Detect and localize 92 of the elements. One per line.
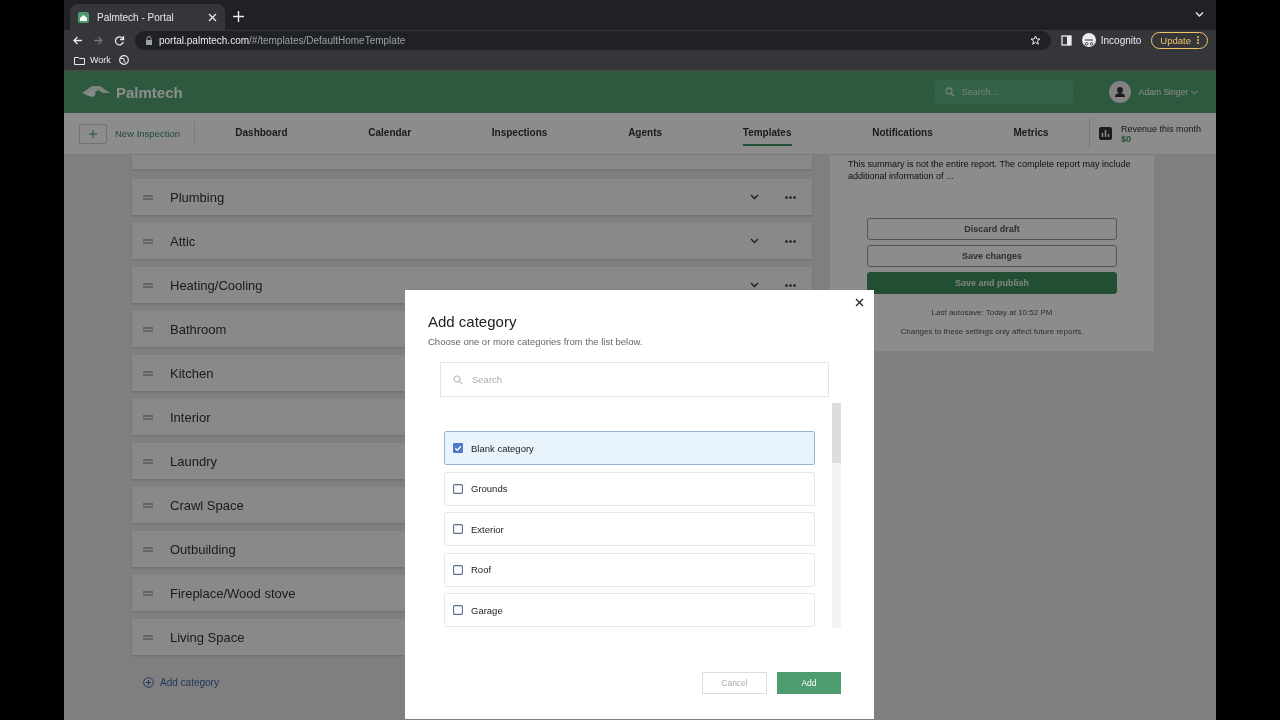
category-name: Outbuilding — [170, 541, 236, 557]
drag-handle-icon[interactable] — [143, 590, 153, 596]
category-option[interactable]: Exterior — [444, 512, 815, 546]
drag-handle-icon[interactable] — [143, 546, 153, 552]
add-button[interactable]: Add — [777, 672, 841, 694]
scrollbar[interactable] — [832, 403, 841, 628]
category-row[interactable]: Attic — [132, 223, 812, 259]
logo-text: Palmtech — [116, 83, 183, 101]
chevron-down-icon[interactable] — [750, 238, 759, 244]
checkbox[interactable] — [453, 605, 463, 615]
autosave-text: Last autosave: Today at 10:52 PM — [930, 308, 1054, 317]
summary-text: This summary is not the entire report. The complete report may include additional information of ... — [848, 158, 1132, 182]
bar-chart-icon — [1098, 127, 1112, 140]
browser-tab[interactable]: Palmtech - Portal — [70, 4, 225, 30]
nav-tab[interactable]: Agents — [628, 121, 663, 146]
category-name: Living Space — [170, 629, 245, 645]
drag-handle-icon[interactable] — [143, 370, 153, 376]
sidebar-icon[interactable] — [1060, 34, 1072, 46]
profile-label: Incognito — [1100, 34, 1142, 46]
more-icon[interactable] — [785, 239, 796, 243]
back-icon[interactable] — [72, 34, 83, 46]
chevron-down-icon[interactable] — [750, 194, 759, 200]
search-icon — [453, 374, 463, 385]
drag-handle-icon[interactable] — [143, 502, 153, 508]
incognito-icon[interactable] — [1081, 33, 1096, 47]
option-label: Garage — [471, 604, 503, 616]
revenue-value: $0 — [1120, 133, 1132, 144]
category-name: Heating/Cooling — [170, 277, 263, 293]
nav-tab[interactable]: Templates — [742, 121, 792, 146]
modal-subtitle: Choose one or more categories from the list below. — [428, 336, 644, 347]
option-label: Grounds — [471, 483, 508, 494]
address-bar[interactable]: portal.palmtech.com/#/templates/DefaultHomeTemplate — [135, 30, 1051, 50]
bookmark[interactable]: Work — [74, 55, 111, 65]
settings-note: Changes to these settings only affect future reports. — [899, 327, 1085, 336]
drag-handle-icon[interactable] — [143, 634, 153, 640]
globe-icon[interactable] — [118, 55, 129, 65]
logo-icon — [82, 85, 110, 99]
outline-button[interactable]: Save changes — [867, 245, 1117, 267]
publish-button[interactable]: Save and publish — [867, 272, 1117, 294]
option-label: Blank category — [471, 442, 534, 454]
category-name: Attic — [170, 233, 196, 249]
category-option[interactable]: Blank category — [444, 431, 815, 465]
new-inspection-button[interactable]: New Inspection — [79, 121, 195, 146]
reload-icon[interactable] — [114, 34, 125, 46]
drag-handle-icon[interactable] — [143, 194, 153, 200]
category-name: Kitchen — [170, 365, 214, 381]
avatar-icon[interactable] — [1108, 81, 1131, 103]
nav-tab[interactable]: Metrics — [1013, 121, 1049, 146]
more-icon[interactable] — [785, 283, 796, 287]
category-option[interactable]: Grounds — [444, 471, 815, 506]
option-label: Exterior — [471, 523, 504, 535]
category-name: Crawl Space — [170, 497, 244, 513]
chevron-down-icon[interactable] — [750, 282, 759, 288]
category-option[interactable]: Roof — [444, 552, 815, 587]
checkbox[interactable] — [453, 443, 463, 453]
add-category-link[interactable]: Add category — [143, 677, 219, 688]
category-name: Laundry — [170, 453, 217, 469]
house-icon — [78, 11, 89, 23]
more-icon[interactable] — [785, 195, 796, 199]
drag-handle-icon[interactable] — [143, 458, 153, 464]
modal-title: Add category — [428, 313, 518, 330]
category-name: Interior — [170, 409, 211, 425]
revenue-label: Revenue this month — [1120, 123, 1201, 134]
close-icon[interactable] — [855, 298, 864, 307]
checkbox[interactable] — [453, 524, 463, 534]
category-name: Bathroom — [170, 321, 227, 337]
category-row[interactable]: Plumbing — [132, 179, 812, 215]
star-icon[interactable] — [1029, 34, 1041, 46]
search-icon — [944, 87, 955, 97]
drag-handle-icon[interactable] — [143, 326, 153, 332]
checkbox[interactable] — [453, 564, 463, 575]
option-label: Roof — [471, 564, 492, 575]
plus-icon — [89, 129, 97, 138]
drag-handle-icon[interactable] — [143, 238, 153, 244]
checkbox[interactable] — [453, 483, 463, 494]
address-text: portal.palmtech.com/#/templates/DefaultHomeTemplate — [159, 34, 407, 46]
nav-tab[interactable]: Inspections — [491, 121, 548, 146]
folder-icon — [74, 55, 85, 65]
nav-tab[interactable]: Notifications — [872, 121, 933, 146]
category-name: Fireplace/Wood stove — [170, 585, 296, 601]
lock-icon — [145, 34, 153, 46]
plus-icon[interactable] — [233, 11, 244, 22]
nav-tab[interactable]: Dashboard — [235, 121, 288, 146]
tab-title: Palmtech - Portal — [97, 11, 175, 23]
category-name: Plumbing — [170, 189, 225, 205]
outline-button[interactable]: Discard draft — [867, 218, 1117, 240]
plus-circle-icon — [143, 677, 154, 688]
drag-handle-icon[interactable] — [143, 282, 153, 288]
category-option[interactable]: Garage — [444, 593, 815, 627]
forward-icon[interactable] — [93, 34, 104, 46]
nav-tab[interactable]: Calendar — [368, 121, 412, 146]
drag-handle-icon[interactable] — [143, 414, 153, 420]
